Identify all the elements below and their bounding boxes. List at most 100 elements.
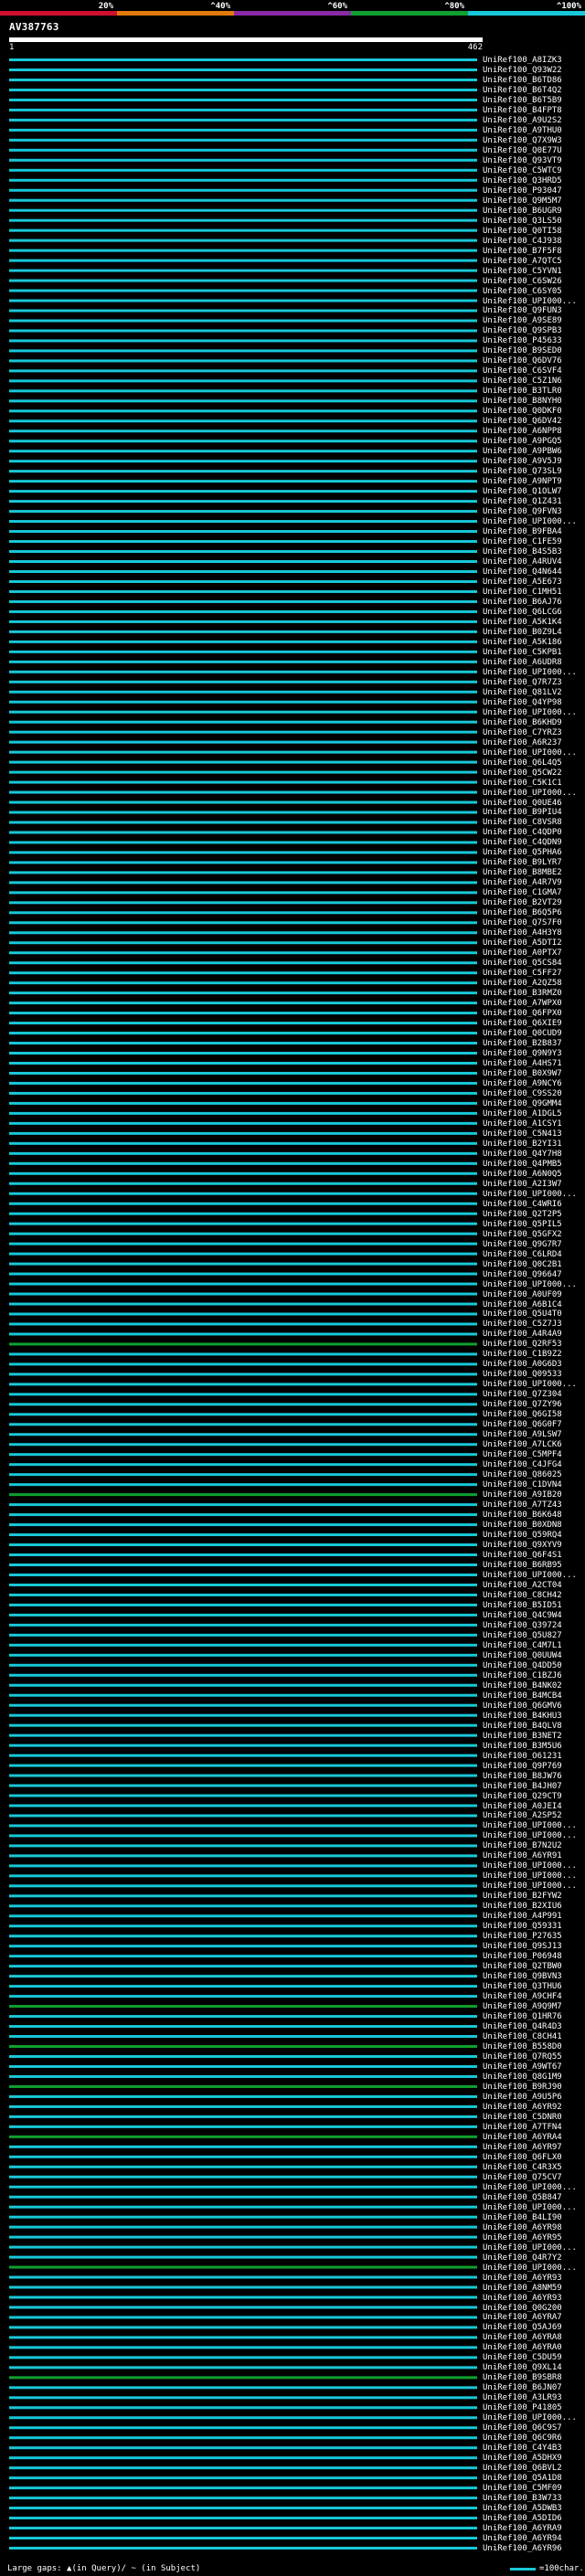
hit-bar[interactable]	[9, 1663, 477, 1667]
hit-bar[interactable]	[9, 1352, 477, 1356]
hit-bar[interactable]	[9, 2165, 477, 2168]
hit-link[interactable]: UniRef100_B4QLV8	[483, 1722, 562, 1731]
hit-bar[interactable]	[9, 770, 477, 774]
hit-bar[interactable]	[9, 1081, 477, 1085]
hit-bar[interactable]	[9, 1312, 477, 1316]
hit-link[interactable]: UniRef100_Q81LV2	[483, 688, 562, 697]
hit-link[interactable]: UniRef100_A5DID6	[483, 2514, 562, 2523]
hit-link[interactable]: UniRef100_Q7RQ55	[483, 2052, 562, 2062]
hit-bar[interactable]	[9, 2346, 477, 2349]
hit-bar[interactable]	[9, 1463, 477, 1467]
hit-bar[interactable]	[9, 1022, 477, 1025]
hit-link[interactable]: UniRef100_Q75CV7	[483, 2173, 562, 2182]
hit-link[interactable]: UniRef100_A8IZK3	[483, 56, 562, 65]
hit-link[interactable]: UniRef100_Q3THU6	[483, 1982, 562, 1991]
hit-bar[interactable]	[9, 98, 477, 101]
hit-link[interactable]: UniRef100_A1CSY1	[483, 1119, 562, 1129]
hit-bar[interactable]	[9, 218, 477, 222]
hit-bar[interactable]	[9, 2125, 477, 2128]
hit-bar[interactable]	[9, 750, 477, 754]
hit-bar[interactable]	[9, 440, 477, 443]
hit-bar[interactable]	[9, 760, 477, 764]
hit-link[interactable]: UniRef100_Q9BVN3	[483, 1972, 562, 1981]
hit-link[interactable]: UniRef100_B8JW76	[483, 1772, 562, 1781]
hit-link[interactable]: UniRef100_UPI000...	[483, 1871, 577, 1881]
hit-link[interactable]: UniRef100_A6YR97	[483, 2143, 562, 2152]
hit-bar[interactable]	[9, 2537, 477, 2540]
hit-link[interactable]: UniRef100_Q6BVL2	[483, 2464, 562, 2473]
hit-link[interactable]: UniRef100_Q96647	[483, 1270, 562, 1279]
hit-link[interactable]: UniRef100_B8MBE2	[483, 868, 562, 877]
hit-bar[interactable]	[9, 1182, 477, 1185]
hit-bar[interactable]	[9, 800, 477, 804]
hit-link[interactable]: UniRef100_A6UDR8	[483, 658, 562, 667]
hit-link[interactable]: UniRef100_C1FE59	[483, 537, 562, 546]
hit-link[interactable]: UniRef100_B8NYH0	[483, 397, 562, 406]
hit-link[interactable]: UniRef100_UPI000...	[483, 1861, 577, 1871]
hit-link[interactable]: UniRef100_A5K1K4	[483, 618, 562, 627]
hit-link[interactable]: UniRef100_Q6C9S7	[483, 2423, 562, 2433]
hit-link[interactable]: UniRef100_A9V5J9	[483, 457, 562, 466]
hit-bar[interactable]	[9, 279, 477, 282]
hit-bar[interactable]	[9, 1653, 477, 1657]
hit-bar[interactable]	[9, 1723, 477, 1727]
hit-bar[interactable]	[9, 2084, 477, 2088]
hit-link[interactable]: UniRef100_C5MF09	[483, 2484, 562, 2493]
hit-bar[interactable]	[9, 1032, 477, 1035]
hit-link[interactable]: UniRef100_C9SS20	[483, 1089, 562, 1098]
hit-bar[interactable]	[9, 249, 477, 252]
hit-link[interactable]: UniRef100_B9PIU4	[483, 808, 562, 817]
hit-bar[interactable]	[9, 2446, 477, 2450]
hit-link[interactable]: UniRef100_C5N413	[483, 1129, 562, 1139]
hit-bar[interactable]	[9, 921, 477, 925]
hit-bar[interactable]	[9, 480, 477, 483]
hit-bar[interactable]	[9, 148, 477, 152]
hit-link[interactable]: UniRef100_A4R7V9	[483, 878, 562, 887]
hit-bar[interactable]	[9, 1914, 477, 1918]
hit-link[interactable]: UniRef100_A2SP52	[483, 1811, 562, 1820]
hit-link[interactable]: UniRef100_Q3HRD5	[483, 176, 562, 186]
hit-bar[interactable]	[9, 660, 477, 663]
hit-bar[interactable]	[9, 881, 477, 885]
hit-bar[interactable]	[9, 650, 477, 653]
hit-link[interactable]: UniRef100_C1BZJ6	[483, 1671, 562, 1680]
hit-link[interactable]: UniRef100_C8CH41	[483, 2032, 562, 2041]
hit-link[interactable]: UniRef100_A2QZ58	[483, 979, 562, 988]
hit-link[interactable]: UniRef100_C4J938	[483, 237, 562, 246]
hit-link[interactable]: UniRef100_A6YR96	[483, 2544, 562, 2553]
hit-bar[interactable]	[9, 2396, 477, 2400]
hit-link[interactable]: UniRef100_Q5CW22	[483, 769, 562, 778]
hit-bar[interactable]	[9, 1322, 477, 1326]
hit-bar[interactable]	[9, 1533, 477, 1537]
hit-link[interactable]: UniRef100_B6Q5P6	[483, 908, 562, 917]
hit-bar[interactable]	[9, 1362, 477, 1366]
hit-bar[interactable]	[9, 1373, 477, 1376]
hit-link[interactable]: UniRef100_Q5U4T0	[483, 1309, 562, 1319]
hit-link[interactable]: UniRef100_Q93VT9	[483, 156, 562, 165]
hit-bar[interactable]	[9, 780, 477, 784]
hit-bar[interactable]	[9, 690, 477, 694]
hit-link[interactable]: UniRef100_Q4C9W4	[483, 1611, 562, 1620]
hit-bar[interactable]	[9, 2275, 477, 2279]
hit-link[interactable]: UniRef100_A6B1C4	[483, 1300, 562, 1309]
hit-link[interactable]: UniRef100_B4JH07	[483, 1782, 562, 1791]
hit-bar[interactable]	[9, 1754, 477, 1757]
hit-link[interactable]: UniRef100_A6YR95	[483, 2233, 562, 2242]
hit-link[interactable]: UniRef100_A6YR91	[483, 1851, 562, 1860]
hit-bar[interactable]	[9, 2486, 477, 2490]
hit-bar[interactable]	[9, 1844, 477, 1848]
hit-link[interactable]: UniRef100_A9PGQ5	[483, 437, 562, 446]
hit-bar[interactable]	[9, 1874, 477, 1878]
hit-link[interactable]: UniRef100_C5MPF4	[483, 1450, 562, 1459]
hit-link[interactable]: UniRef100_B3TLR0	[483, 387, 562, 396]
hit-bar[interactable]	[9, 259, 477, 262]
hit-bar[interactable]	[9, 1342, 477, 1346]
hit-link[interactable]: UniRef100_UPI000...	[483, 2183, 577, 2192]
hit-link[interactable]: UniRef100_Q09533	[483, 1370, 562, 1379]
hit-link[interactable]: UniRef100_C5KPB1	[483, 648, 562, 657]
hit-bar[interactable]	[9, 1603, 477, 1606]
hit-bar[interactable]	[9, 1643, 477, 1647]
hit-link[interactable]: UniRef100_Q5A1D8	[483, 2474, 562, 2483]
hit-link[interactable]: UniRef100_B0XDN8	[483, 1521, 562, 1530]
hit-bar[interactable]	[9, 1383, 477, 1386]
